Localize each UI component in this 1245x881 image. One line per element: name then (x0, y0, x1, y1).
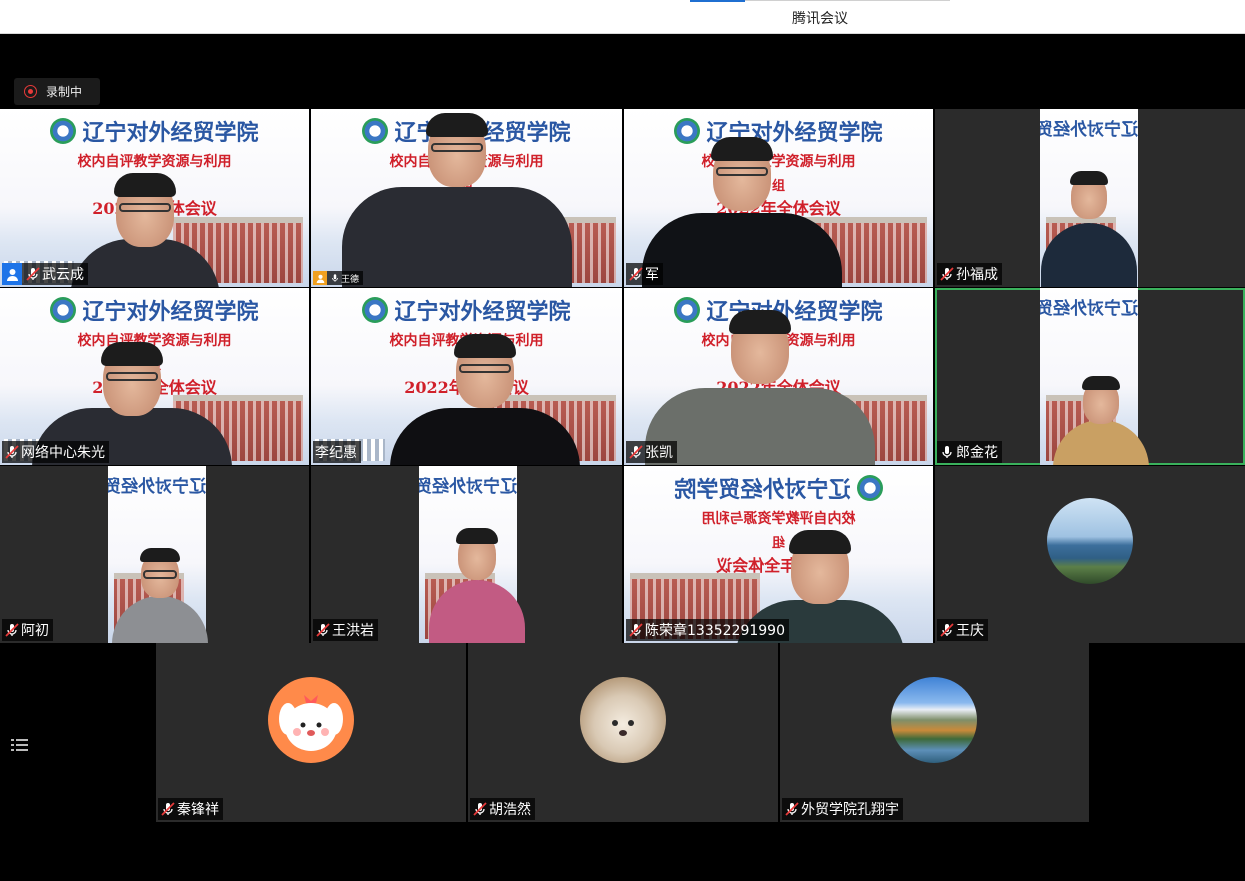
video-tile-1[interactable]: 辽宁对外经贸学院 校内自评教学资源与利用 组 2022年全体会议 武云成 (0, 109, 309, 287)
participant-name: 陈荣章13352291990 (645, 623, 785, 639)
slide-brand: 辽宁对外经贸学院 (394, 299, 571, 325)
video-tile-9[interactable]: 辽宁对外经贸学院 阿初 (0, 466, 309, 643)
mic-muted-icon (785, 802, 799, 816)
participant-name: 张凯 (645, 445, 673, 461)
slide-brand: 辽宁对外经贸学院 (674, 477, 851, 503)
participant-avatar (268, 677, 354, 763)
participant-name-label: 外贸学院孔翔宇 (782, 798, 903, 820)
participant-avatar (1047, 498, 1133, 584)
slide-brand: 辽宁对外经贸学院 (82, 120, 259, 146)
video-tile-6[interactable]: 辽宁对外经贸学院 校内自评教学资源与利用 组 2022年全体会议 李纪惠 (311, 288, 622, 465)
school-emblem-icon (50, 297, 77, 323)
video-tile-7[interactable]: 辽宁对外经贸学院 校内自评教学资源与利用 组 2022年全体会议 张凯 (624, 288, 933, 465)
participant-name-label: 李纪惠 (313, 441, 361, 463)
recording-label: 录制中 (46, 85, 83, 99)
mic-muted-icon (5, 623, 19, 637)
participant-name: 孙福成 (956, 267, 998, 283)
mic-muted-icon (629, 267, 643, 281)
title-bar-accent (690, 0, 745, 2)
mic-muted-icon (629, 623, 643, 637)
mic-muted-icon (629, 445, 643, 459)
school-emblem-icon (856, 475, 883, 501)
slide-brand: 辽宁对外经贸学院 (1040, 299, 1138, 319)
mic-muted-icon (940, 267, 954, 281)
host-user-icon (313, 271, 327, 285)
title-bar-track (745, 0, 950, 1)
slide-line1: 校内自评教学资源与利用 (701, 511, 856, 527)
participant-name-label: 武云成 (2, 263, 88, 285)
window-title: 腾讯会议 (792, 11, 848, 27)
title-bar: 腾讯会议 (0, 0, 1245, 34)
mic-icon (942, 446, 952, 458)
video-grid: 辽宁对外经贸学院 校内自评教学资源与利用 组 2022年全体会议 武云成 辽宁对… (0, 109, 1245, 643)
school-emblem-icon (50, 118, 77, 144)
video-tile-10[interactable]: 辽宁对外经贸学院 王洪岩 (311, 466, 622, 643)
participant-name-label: 王庆 (937, 619, 988, 641)
slide-brand: 辽宁对外经贸学院 (1040, 120, 1138, 140)
participant-name: 郎金花 (956, 445, 998, 461)
mic-muted-icon (5, 445, 19, 459)
slide-brand: 辽宁对外经贸学院 (82, 299, 259, 325)
participant-name-label: 孙福成 (937, 263, 1002, 285)
mic-muted-icon (316, 623, 330, 637)
participant-name: 阿初 (21, 623, 49, 639)
video-tile-2[interactable]: 辽宁对外经贸学院 校内自评教学资源与利用 组 2022年全体会议 王德 (311, 109, 622, 287)
school-emblem-icon (362, 297, 389, 323)
participant-name-label: 王德 (313, 271, 364, 285)
school-emblem-icon (674, 118, 701, 144)
participant-name-label: 张凯 (626, 441, 677, 463)
puppy-photo-icon (612, 720, 634, 736)
slide-brand: 辽宁对外经贸学院 (419, 477, 517, 497)
slide-line2: 组 (772, 536, 786, 551)
participant-avatar (891, 677, 977, 763)
participant-name: 武云成 (42, 267, 84, 283)
slide-line1: 校内自评教学资源与利用 (77, 154, 232, 170)
participant-name-label: 军 (626, 263, 663, 285)
dog-cartoon-icon (279, 695, 343, 751)
participant-name: 王庆 (956, 623, 984, 639)
video-tile-8[interactable]: 辽宁对外经贸学院 郎金花 (935, 288, 1245, 465)
participant-name-label: 陈荣章13352291990 (626, 619, 789, 641)
mic-muted-icon (161, 802, 175, 816)
participant-name-label: 胡浩然 (470, 798, 535, 820)
video-tile-12[interactable]: 王庆 (935, 466, 1245, 643)
participant-avatar (580, 677, 666, 763)
mic-muted-icon (473, 802, 487, 816)
mic-muted-icon (26, 267, 40, 281)
host-user-icon (2, 263, 22, 285)
participant-name-label: 郎金花 (937, 441, 1002, 463)
participant-name: 外贸学院孔翔宇 (801, 802, 899, 818)
record-dot-icon (24, 85, 37, 98)
video-tile-11[interactable]: 辽宁对外经贸学院 校内自评教学资源与利用 组 2022年全体会议 陈荣章1335… (624, 466, 933, 643)
participant-name-label: 王洪岩 (313, 619, 378, 641)
school-emblem-icon (674, 297, 701, 323)
video-tile-3[interactable]: 辽宁对外经贸学院 校内自评教学资源与利用 组 2022年全体会议 军 (624, 109, 933, 287)
school-emblem-icon (362, 118, 389, 144)
participant-name-label: 阿初 (2, 619, 53, 641)
participant-name-label: 网络中心朱光 (2, 441, 109, 463)
video-tile-15[interactable]: 外贸学院孔翔宇 (780, 643, 1089, 822)
slide-brand: 辽宁对外经贸学院 (108, 477, 206, 497)
mic-muted-icon (940, 623, 954, 637)
video-grid-row-4: 秦锋祥 胡浩然 外贸学院孔翔宇 (0, 643, 1245, 823)
participant-name: 军 (645, 267, 659, 283)
participant-name: 网络中心朱光 (21, 445, 105, 461)
participant-name-label: 秦锋祥 (158, 798, 223, 820)
recording-indicator[interactable]: 录制中 (14, 78, 100, 105)
slide-line1: 校内自评教学资源与利用 (701, 154, 856, 170)
participant-name: 王洪岩 (332, 623, 374, 639)
participant-name: 李纪惠 (315, 445, 357, 461)
video-tile-14[interactable]: 胡浩然 (468, 643, 778, 822)
video-tile-5[interactable]: 辽宁对外经贸学院 校内自评教学资源与利用 组 2022年全体会议 网络中心朱光 (0, 288, 309, 465)
slide-line2: 组 (771, 179, 785, 194)
participant-name: 秦锋祥 (177, 802, 219, 818)
mic-icon (332, 274, 338, 282)
participant-name: 王德 (341, 274, 360, 285)
video-tile-13[interactable]: 秦锋祥 (156, 643, 466, 822)
participant-name: 胡浩然 (489, 802, 531, 818)
list-menu-icon[interactable] (10, 736, 30, 754)
video-tile-4[interactable]: 辽宁对外经贸学院 孙福成 (935, 109, 1245, 287)
